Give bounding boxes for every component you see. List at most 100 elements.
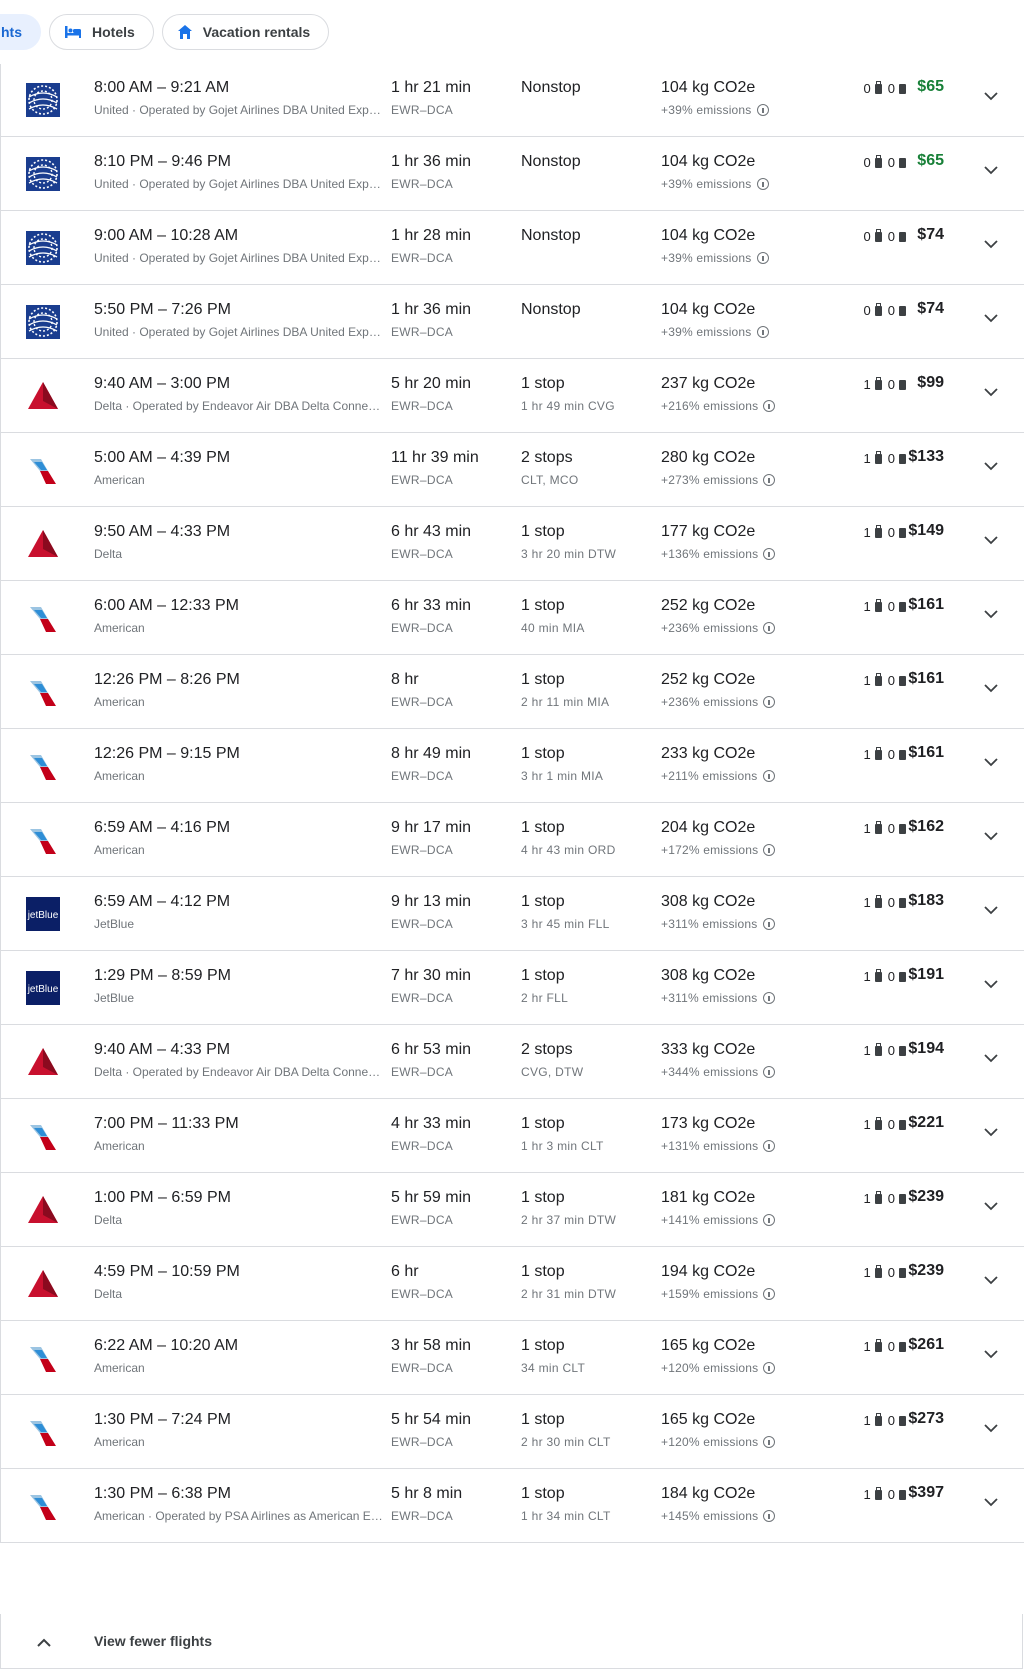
emissions-text: +131% emissions [661,1139,759,1153]
flight-times: 12:26 PM – 9:15 PM [94,745,240,762]
chevron-down-icon[interactable] [984,311,998,325]
flight-row[interactable]: 5:50 PM – 7:26 PM United · Operated by Go… [1,285,1024,359]
layover-info: 2 hr 31 min DTW [521,1287,617,1301]
carry-on-count: 1 [863,969,871,984]
flight-row[interactable]: 1:30 PM – 7:24 PM American 5 hr 54 min EWR–… [1,1395,1024,1469]
info-icon[interactable] [762,770,775,782]
chevron-down-icon[interactable] [984,1051,998,1065]
flight-times: 1:30 PM – 7:24 PM [94,1411,231,1428]
emissions-text: +159% emissions [661,1287,759,1301]
info-icon[interactable] [763,1510,776,1522]
chevron-down-icon[interactable] [984,237,998,251]
chevron-down-icon[interactable] [984,977,998,991]
flight-route: EWR–DCA [391,695,454,709]
info-icon[interactable] [756,104,769,116]
chevron-down-icon[interactable] [984,1273,998,1287]
chevron-down-icon[interactable] [984,89,998,103]
checked-bag-count: 0 [887,303,895,318]
carry-on-bag-icon [874,1190,882,1204]
flight-row[interactable]: 6:59 AM – 4:16 PM American 9 hr 17 min EWR–… [1,803,1024,877]
flight-stops: 1 stop [521,597,565,614]
flight-row[interactable]: 5:00 AM – 4:39 PM American 11 hr 39 min EWR… [1,433,1024,507]
chevron-down-icon[interactable] [984,1347,998,1361]
flight-row[interactable]: 1:00 PM – 6:59 PM Delta 5 hr 59 min EWR–DCA… [1,1173,1024,1247]
flight-row[interactable]: jetBlue 1:29 PM – 8:59 PM JetBlue 7 hr 30 m… [1,951,1024,1025]
info-icon[interactable] [763,622,776,634]
info-icon[interactable] [756,252,769,264]
airline-logo-icon [26,749,60,783]
flight-row[interactable]: 9:40 AM – 4:33 PM Delta · Operated by End… [1,1025,1024,1099]
flight-price: $183 [908,892,944,909]
flight-row[interactable]: 7:00 PM – 11:33 PM American 4 hr 33 min EWR… [1,1099,1024,1173]
view-fewer-flights-button[interactable]: View fewer flights [0,1614,1023,1669]
flight-row[interactable]: 6:22 AM – 10:20 AM American 3 hr 58 min EWR… [1,1321,1024,1395]
airline-logo-icon [26,231,60,265]
flight-row[interactable]: 8:00 AM – 9:21 AM United · Operated by Go… [1,63,1024,137]
info-icon[interactable] [763,400,776,412]
tab-flights[interactable]: hts [0,14,41,50]
info-icon[interactable] [763,1066,776,1078]
flight-row[interactable]: 1:30 PM – 6:38 PM American · Operated by … [1,1469,1024,1543]
flight-row[interactable]: 9:50 AM – 4:33 PM Delta 6 hr 43 min EWR–DCA… [1,507,1024,581]
chevron-down-icon[interactable] [984,829,998,843]
checked-bag-count: 0 [887,1487,895,1502]
chevron-down-icon[interactable] [984,1495,998,1509]
flight-stops: 1 stop [521,1337,565,1354]
tab-vacation-rentals[interactable]: Vacation rentals [161,14,330,50]
airline-logo-icon: jetBlue [26,971,60,1005]
flight-stops: Nonstop [521,153,581,170]
chevron-down-icon[interactable] [984,607,998,621]
checked-bag-count: 0 [887,155,895,170]
chevron-down-icon[interactable] [984,681,998,695]
emissions-percent: +211% emissions [661,769,775,783]
emissions-text: +211% emissions [661,769,758,783]
flight-stops: 1 stop [521,1263,565,1280]
carry-on-bag-icon [874,376,882,390]
info-icon[interactable] [763,1140,776,1152]
tab-hotels[interactable]: Hotels [49,14,154,50]
flight-duration: 5 hr 8 min [391,1485,463,1502]
flight-row[interactable]: 6:00 AM – 12:33 PM American 6 hr 33 min EWR… [1,581,1024,655]
info-icon[interactable] [756,326,769,338]
flight-row[interactable]: 9:00 AM – 10:28 AM United · Operated by G… [1,211,1024,285]
info-icon[interactable] [762,992,775,1004]
flight-row[interactable]: 9:40 AM – 3:00 PM Delta · Operated by End… [1,359,1024,433]
chevron-down-icon[interactable] [984,755,998,769]
carry-on-count: 1 [863,673,871,688]
layover-info: CLT, MCO [521,473,579,487]
flight-price: $161 [908,744,944,761]
info-icon[interactable] [763,1362,776,1374]
chevron-down-icon[interactable] [984,459,998,473]
carry-on-count: 1 [863,821,871,836]
info-icon[interactable] [763,1288,776,1300]
co2-emissions: 104 kg CO2e [661,227,756,244]
chevron-down-icon[interactable] [984,1421,998,1435]
info-icon[interactable] [763,1214,776,1226]
bed-icon [64,25,82,39]
info-icon[interactable] [763,1436,776,1448]
flight-row[interactable]: 4:59 PM – 10:59 PM Delta 6 hr EWR–DCA 1 stop… [1,1247,1024,1321]
flight-row[interactable]: jetBlue 6:59 AM – 4:12 PM JetBlue 9 hr 13 m… [1,877,1024,951]
flight-row[interactable]: 12:26 PM – 9:15 PM American 8 hr 49 min EWR… [1,729,1024,803]
info-icon[interactable] [762,918,775,930]
airline-logo-icon [26,601,60,635]
flight-row[interactable]: 8:10 PM – 9:46 PM United · Operated by Go… [1,137,1024,211]
chevron-down-icon[interactable] [984,533,998,547]
info-icon[interactable] [763,474,776,486]
flight-row[interactable]: 12:26 PM – 8:26 PM American 8 hr EWR–DCA 1 s… [1,655,1024,729]
info-icon[interactable] [763,696,776,708]
flight-duration: 6 hr [391,1263,419,1280]
airline-logo-icon [26,675,60,709]
chevron-down-icon[interactable] [984,903,998,917]
carry-on-bag-icon [874,80,882,94]
chevron-down-icon[interactable] [984,385,998,399]
carry-on-count: 1 [863,1413,871,1428]
info-icon[interactable] [763,844,776,856]
chevron-down-icon[interactable] [984,163,998,177]
chevron-down-icon[interactable] [984,1125,998,1139]
flight-route: EWR–DCA [391,1435,454,1449]
checked-bag-count: 0 [887,1191,895,1206]
info-icon[interactable] [763,548,776,560]
chevron-down-icon[interactable] [984,1199,998,1213]
info-icon[interactable] [756,178,769,190]
